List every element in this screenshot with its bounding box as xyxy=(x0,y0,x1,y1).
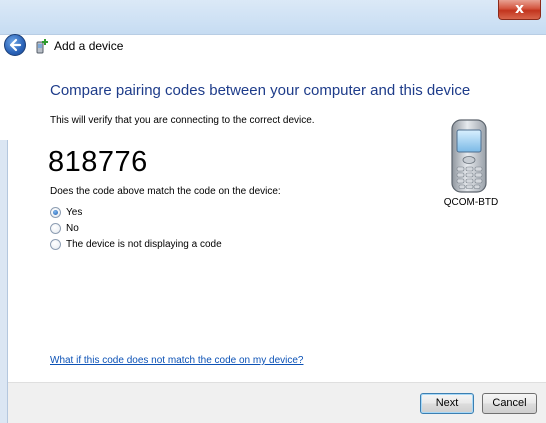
option-no-label: No xyxy=(66,222,79,234)
pairing-code: 818776 xyxy=(48,146,148,178)
navigation-bar: Add a device xyxy=(0,34,546,58)
radio-no[interactable] xyxy=(50,222,61,234)
close-button[interactable]: x xyxy=(498,0,541,20)
option-yes-label: Yes xyxy=(66,206,83,218)
wizard-title: Add a device xyxy=(54,39,124,53)
option-no-code-label: The device is not displaying a code xyxy=(66,238,222,250)
add-device-window: x Add a device Compare pairing codes bet… xyxy=(0,0,546,423)
option-yes[interactable]: Yes xyxy=(50,205,82,219)
page-subtitle: This will verify that you are connecting… xyxy=(50,115,315,126)
option-no[interactable]: No xyxy=(50,221,79,235)
cancel-button[interactable]: Cancel xyxy=(482,393,537,414)
wizard-footer: Next Cancel xyxy=(8,382,546,423)
page-heading: Compare pairing codes between your compu… xyxy=(50,82,471,99)
title-bar: x xyxy=(0,0,546,35)
help-link[interactable]: What if this code does not match the cod… xyxy=(50,355,303,366)
back-arrow-icon xyxy=(9,38,22,52)
option-no-code[interactable]: The device is not displaying a code xyxy=(50,237,222,251)
add-device-icon xyxy=(36,39,48,54)
match-question: Does the code above match the code on th… xyxy=(50,186,281,197)
wizard-content: Compare pairing codes between your compu… xyxy=(8,66,546,382)
next-button[interactable]: Next xyxy=(420,393,474,414)
radio-no-code[interactable] xyxy=(50,238,61,250)
window-left-edge xyxy=(0,140,8,423)
device-name: QCOM-BTD xyxy=(443,197,499,208)
back-button[interactable] xyxy=(4,34,26,56)
radio-yes[interactable] xyxy=(50,206,61,218)
